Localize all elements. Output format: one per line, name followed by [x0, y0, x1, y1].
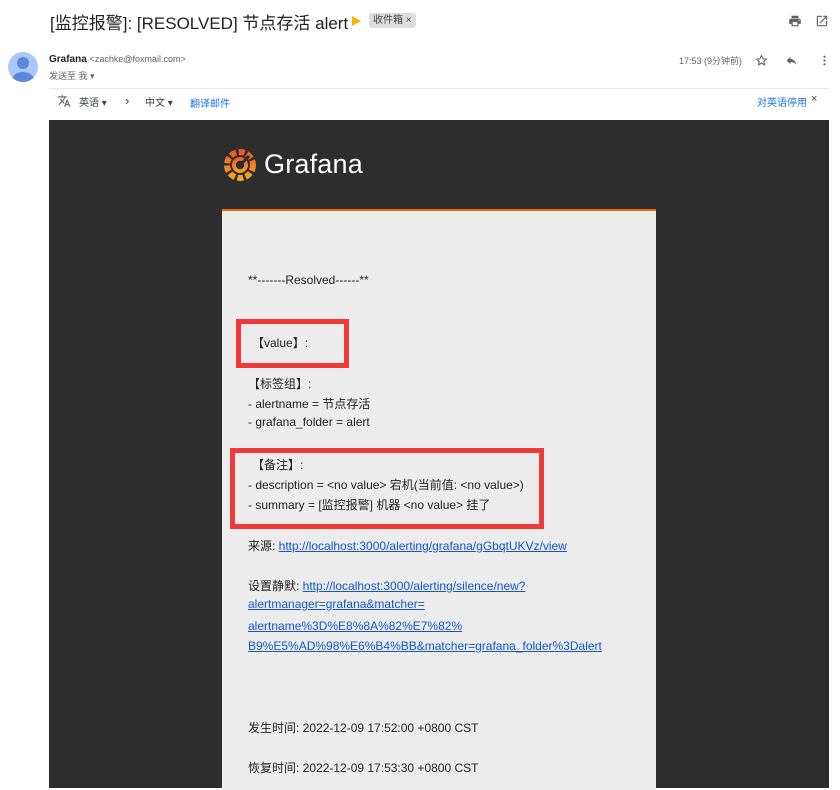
- source-link[interactable]: http://localhost:3000/alerting/grafana/g…: [279, 539, 567, 553]
- reply-icon: [786, 56, 796, 65]
- source-line: 来源: http://localhost:3000/alerting/grafa…: [248, 537, 567, 554]
- sender-name: Grafana: [49, 54, 87, 65]
- turn-off-translation-link[interactable]: 对英语停用: [757, 94, 807, 109]
- person-icon: [12, 57, 34, 82]
- star-icon: [754, 53, 768, 66]
- email-timestamp: 17:53 (9分钟前): [679, 56, 743, 66]
- silence-label: 设置静默:: [248, 579, 303, 593]
- open-in-new-window-button[interactable]: [813, 12, 831, 30]
- value-line: 【value】:: [252, 336, 309, 350]
- translate-message-link[interactable]: 翻译邮件: [190, 95, 230, 110]
- more-options-button[interactable]: [816, 52, 832, 68]
- source-language-text: 英语: [79, 98, 99, 109]
- recipient-text: 发送至 我: [49, 71, 88, 81]
- labels-heading: 【标签组】:: [248, 377, 312, 391]
- close-translate-icon[interactable]: ×: [811, 93, 817, 105]
- note-summary: - summary = [监控报警] 机器 <no value> 挂了: [248, 498, 491, 512]
- source-language-select[interactable]: 英语 ▾: [79, 94, 107, 109]
- occurred-time: 发生时间: 2022-12-09 17:52:00 +0800 CST: [248, 721, 479, 735]
- remove-label-icon[interactable]: ×: [406, 15, 412, 26]
- target-language-text: 中文: [145, 98, 165, 109]
- label-alertname: - alertname = 节点存活: [248, 397, 371, 411]
- star-button[interactable]: [753, 52, 769, 68]
- status-line: **-------Resolved------**: [248, 273, 369, 287]
- chevron-down-icon: ▾: [90, 71, 95, 81]
- inbox-label[interactable]: 收件箱 ×: [369, 13, 416, 28]
- important-marker-icon[interactable]: [352, 16, 361, 26]
- recovered-time: 恢复时间: 2022-12-09 17:53:30 +0800 CST: [248, 761, 479, 775]
- alert-card: **-------Resolved------** 【value】: 【标签组】…: [222, 209, 656, 790]
- arrow-right-icon: ›: [125, 93, 130, 108]
- label-folder: - grafana_folder = alert: [248, 415, 370, 429]
- email-subject: [监控报警]: [RESOLVED] 节点存活 alert: [50, 14, 349, 33]
- reply-button[interactable]: [783, 52, 799, 68]
- grafana-logo-text: Grafana: [264, 148, 363, 179]
- grafana-logo: Grafana: [222, 146, 363, 182]
- sender-line: Grafana <zachke@foxmail.com>: [49, 54, 186, 65]
- source-label: 来源:: [248, 539, 279, 553]
- notes-heading: 【备注】:: [252, 458, 304, 472]
- chevron-down-icon: ▾: [167, 98, 173, 109]
- print-button[interactable]: [786, 12, 804, 30]
- silence-link-part-1[interactable]: http://localhost:3000/alerting/silence/n…: [303, 579, 526, 593]
- silence-link-part-3[interactable]: alertname%3D%E8%8A%82%E7%82%: [248, 619, 462, 633]
- sender-email: <zachke@foxmail.com>: [89, 54, 186, 64]
- translate-icon: [57, 94, 71, 113]
- sender-avatar[interactable]: [8, 52, 38, 82]
- printer-icon: [789, 15, 801, 27]
- open-in-new-icon: [816, 15, 828, 27]
- note-description: - description = <no value> 宕机(当前值: <no v…: [248, 478, 524, 492]
- more-vert-icon: [822, 55, 826, 65]
- silence-line: 设置静默: http://localhost:3000/alerting/sil…: [248, 577, 525, 594]
- inbox-label-text: 收件箱: [373, 15, 403, 26]
- silence-link-part-2[interactable]: alertmanager=grafana&matcher=: [248, 597, 425, 611]
- grafana-logo-icon: [224, 149, 256, 181]
- silence-link-part-4[interactable]: B9%E5%AD%98%E6%B4%BB&matcher=grafana_fol…: [248, 639, 602, 653]
- recipient-details[interactable]: 发送至 我 ▾: [49, 69, 95, 82]
- target-language-select[interactable]: 中文 ▾: [145, 94, 173, 109]
- chevron-down-icon: ▾: [101, 98, 107, 109]
